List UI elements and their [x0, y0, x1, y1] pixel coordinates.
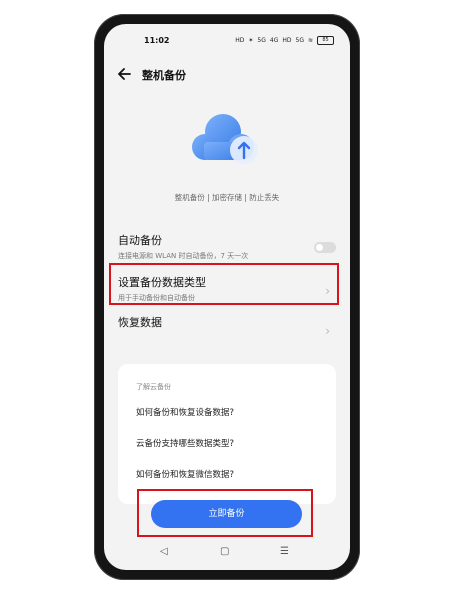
setting-title: 自动备份 — [118, 234, 162, 247]
tagline: 整机备份 | 加密存储 | 防止丢失 — [174, 193, 280, 202]
page-title: 整机备份 — [142, 69, 186, 82]
setting-restore-data[interactable]: 恢复数据 › — [118, 314, 336, 344]
nav-back-icon[interactable]: ◁ — [160, 546, 168, 557]
help-link-wechat[interactable]: 如何备份和恢复微信数据? — [136, 468, 234, 480]
status-time: 11:02 — [144, 36, 170, 45]
status-icons: HD ✶ 5G 4G HD 5G ≋ 85 — [235, 36, 334, 45]
hd-voice-icon: HD — [282, 36, 292, 44]
back-arrow-icon[interactable] — [116, 65, 134, 83]
hd-signal-icon: HD — [235, 36, 245, 44]
highlight-backup-data-type — [109, 263, 339, 305]
highlight-backup-button — [137, 489, 313, 537]
setting-title: 恢复数据 — [118, 316, 162, 329]
nav-menu-icon[interactable]: ☰ — [280, 546, 289, 557]
cloud-upload-icon — [188, 110, 258, 170]
4g-signal-icon: 4G — [269, 36, 279, 44]
setting-description: 连接电源和 WLAN 时自动备份，7 天一次 — [118, 252, 249, 260]
chevron-right-icon: › — [325, 324, 330, 338]
battery-icon: 85 — [317, 36, 334, 45]
bluetooth-icon: ✶ — [248, 36, 254, 44]
help-link-backup-restore[interactable]: 如何备份和恢复设备数据? — [136, 406, 234, 418]
status-bar: 11:02 HD ✶ 5G 4G HD 5G ≋ 85 — [104, 24, 350, 58]
help-title: 了解云备份 — [136, 383, 171, 391]
help-link-data-types[interactable]: 云备份支持哪些数据类型? — [136, 437, 234, 449]
setting-auto-backup[interactable]: 自动备份 连接电源和 WLAN 时自动备份，7 天一次 — [118, 232, 336, 266]
help-card: 了解云备份 如何备份和恢复设备数据? 云备份支持哪些数据类型? 如何备份和恢复微… — [118, 364, 336, 504]
nav-home-icon[interactable]: ▢ — [220, 546, 229, 557]
toggle-knob — [316, 244, 323, 251]
5g-signal-icon: 5G — [257, 36, 266, 44]
wifi-icon: ≋ — [307, 36, 313, 44]
navigation-bar: ◁ ▢ ☰ — [104, 542, 350, 564]
auto-backup-toggle[interactable] — [314, 242, 336, 253]
network-icon: 5G — [295, 36, 304, 44]
page-header: 整机备份 — [104, 62, 350, 86]
